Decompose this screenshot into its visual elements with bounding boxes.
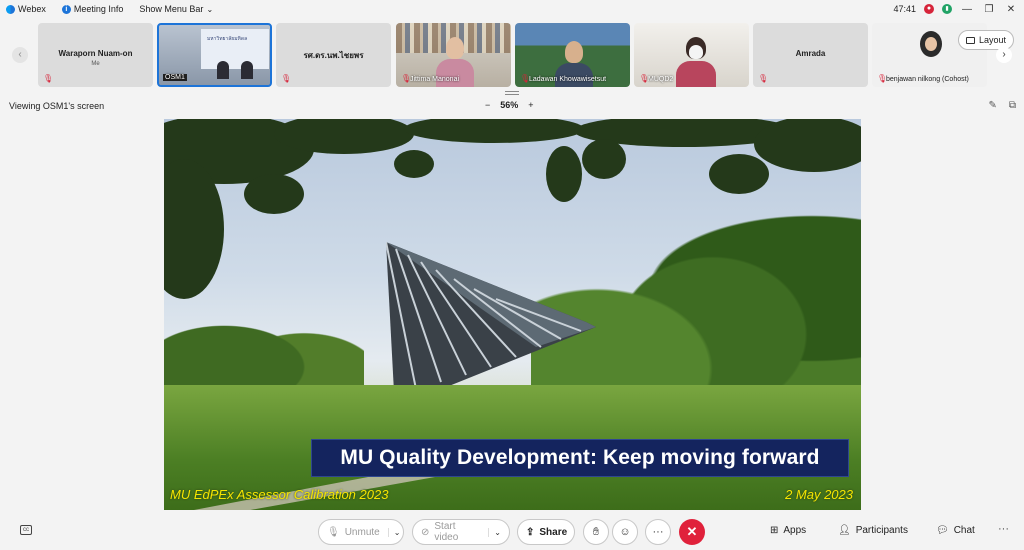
chat-icon: 💬︎	[936, 525, 949, 536]
face-mask	[689, 45, 703, 59]
apps-icon: ⊞	[770, 525, 779, 536]
participant-name: Amrada	[795, 49, 826, 58]
osm-screen-text: มหาวิทยาลัยมหิดล	[207, 36, 248, 42]
meeting-timer: 47:41	[893, 4, 916, 14]
slide-title: MU Quality Development: Keep moving forw…	[340, 446, 820, 469]
participant-tile[interactable]: Amrada 🎙︎	[753, 23, 868, 87]
reactions-button[interactable]: ☺	[612, 519, 638, 545]
mic-muted-icon: 🎙︎	[639, 74, 650, 83]
person-figure	[241, 61, 253, 79]
person-figure	[555, 63, 593, 87]
person-figure	[565, 41, 583, 63]
close-window-button[interactable]: ✕	[1004, 4, 1018, 15]
restore-button[interactable]: ❐	[982, 4, 996, 15]
chevron-down-icon: ⌄	[206, 4, 214, 14]
zoom-controls: − 56% +	[485, 100, 534, 110]
participant-strip: ‹ Waraporn Nuam-on Me 🎙︎ มหาวิทยาลัยมหิด…	[0, 20, 1024, 90]
chat-button[interactable]: 💬︎ Chat	[936, 525, 975, 536]
share-button[interactable]: ⇪ Share	[517, 519, 575, 545]
zoom-out-button[interactable]: −	[485, 100, 490, 110]
webex-app-menu[interactable]: Webex	[6, 4, 46, 14]
participant-sub: Me	[91, 61, 100, 67]
person-figure	[217, 61, 229, 79]
captions-icon[interactable]: cc	[20, 525, 32, 535]
slide-footer-left: MU EdPEx Assessor Calibration 2023	[170, 487, 389, 502]
apps-button[interactable]: ⊞ Apps	[770, 525, 806, 536]
meeting-info-button[interactable]: i Meeting Info	[61, 4, 124, 14]
share-label: Share	[539, 526, 568, 538]
info-icon: i	[61, 4, 71, 14]
participant-tile[interactable]: 🎙︎ Jittima Manonai	[396, 23, 511, 87]
webex-logo-icon	[6, 4, 15, 14]
meeting-controls: cc 🎙︎ Unmute ⌄ ⊘ Start video ⌄ ⇪ Share ✋…	[0, 515, 1024, 550]
people-icon: 👤︎	[838, 525, 851, 536]
unmute-button[interactable]: 🎙︎ Unmute ⌄	[318, 519, 404, 545]
participant-name: OSM1	[163, 74, 187, 81]
show-menu-bar-button[interactable]: Show Menu Bar ⌄	[139, 4, 213, 14]
strip-prev-button[interactable]: ‹	[12, 47, 28, 63]
share-icon: ⇪	[526, 526, 535, 538]
show-menu-bar-label: Show Menu Bar	[139, 4, 204, 14]
participant-name: Jittima Manonai	[410, 76, 460, 83]
meeting-info-label: Meeting Info	[73, 4, 124, 14]
mic-muted-icon: 🎙︎	[877, 74, 888, 83]
slide-leaves	[164, 119, 861, 299]
app-name: Webex	[18, 4, 46, 14]
mic-muted-icon: 🎙︎	[520, 74, 531, 83]
participant-name: benjawan nilkong (Cohost)	[886, 76, 969, 83]
mic-muted-icon: 🎙︎	[327, 526, 340, 538]
participant-tile[interactable]: รศ.ดร.นพ.ไชยพร 🎙︎	[276, 23, 391, 87]
viewing-bar: Viewing OSM1's screen − 56% + ✎ ⧉	[0, 96, 1024, 116]
pop-out-icon[interactable]: ⧉	[1009, 100, 1016, 111]
viewing-label: Viewing OSM1's screen	[9, 101, 105, 111]
network-health-icon[interactable]: ▮	[942, 4, 952, 14]
participant-name: Ladawan Khowawisetsut	[529, 76, 607, 83]
layout-icon	[966, 36, 975, 44]
person-figure	[446, 37, 464, 59]
participant-tile[interactable]: 🎙︎ Ladawan Khowawisetsut	[515, 23, 630, 87]
more-options-button[interactable]: ···	[645, 519, 671, 545]
raise-hand-button[interactable]: ✋︎	[583, 519, 609, 545]
start-video-label: Start video	[434, 521, 459, 543]
overflow-menu-button[interactable]: ···	[998, 523, 1009, 535]
video-off-icon: ⊘	[421, 526, 430, 538]
unmute-label: Unmute	[344, 526, 380, 538]
participants-button[interactable]: 👤︎ Participants	[838, 525, 908, 536]
recording-icon[interactable]: ●	[924, 4, 934, 14]
participant-name: รศ.ดร.นพ.ไชยพร	[303, 51, 364, 60]
mic-muted-icon: 🎙︎	[758, 74, 769, 83]
hand-icon: ✋︎	[592, 525, 600, 538]
zoom-level: 56%	[500, 100, 519, 110]
title-bar: Webex i Meeting Info Show Menu Bar ⌄ 47:…	[0, 0, 1024, 18]
mic-muted-icon: 🎙︎	[401, 74, 412, 83]
participants-label: Participants	[855, 525, 908, 536]
chevron-down-icon[interactable]: ⌄	[488, 527, 501, 537]
strip-resize-handle[interactable]	[505, 91, 519, 95]
shared-screen: MU Quality Development: Keep moving forw…	[164, 119, 861, 510]
apps-label: Apps	[783, 525, 807, 536]
annotate-icon[interactable]: ✎	[988, 100, 996, 111]
strip-next-button[interactable]: ›	[996, 47, 1012, 63]
minimize-button[interactable]: —	[960, 4, 974, 15]
zoom-in-button[interactable]: +	[528, 100, 533, 110]
smiley-icon: ☺	[619, 526, 631, 538]
presenter-video: มหาวิทยาลัยมหิดล	[201, 29, 269, 69]
start-video-button[interactable]: ⊘ Start video ⌄	[412, 519, 510, 545]
mic-muted-icon: 🎙︎	[281, 74, 292, 83]
end-call-button[interactable]: ✕	[679, 519, 705, 545]
chevron-down-icon[interactable]: ⌄	[387, 527, 400, 537]
slide-title-banner: MU Quality Development: Keep moving forw…	[311, 439, 849, 477]
layout-label: Layout	[979, 35, 1007, 45]
participant-tile[interactable]: 🎙︎ MUQD2	[634, 23, 749, 87]
chat-label: Chat	[953, 525, 975, 536]
person-figure	[676, 61, 716, 87]
participant-tile[interactable]: Waraporn Nuam-on Me 🎙︎	[38, 23, 153, 87]
participant-name: MUQD2	[648, 76, 674, 83]
avatar-face	[925, 37, 937, 51]
participant-tile-active[interactable]: มหาวิทยาลัยมหิดล OSM1	[157, 23, 272, 87]
participant-name: Waraporn Nuam-on	[58, 49, 133, 58]
slide-footer-date: 2 May 2023	[785, 487, 853, 502]
mic-muted-icon: 🎙︎	[43, 74, 54, 83]
